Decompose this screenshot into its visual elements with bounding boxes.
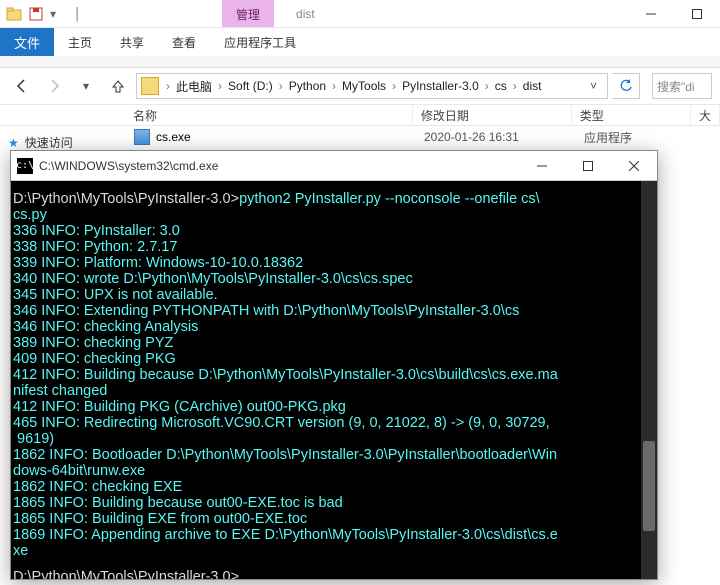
breadcrumb-segment[interactable]: MyTools [339, 79, 389, 93]
sidebar-item-label: 快速访问 [25, 134, 73, 151]
column-headers: 名称 修改日期 类型 大 [0, 104, 720, 126]
star-icon: ★ [8, 136, 19, 150]
breadcrumb-segment[interactable]: 此电脑 [173, 78, 215, 95]
column-type[interactable]: 类型 [572, 105, 691, 125]
breadcrumb-segment[interactable]: Python [286, 79, 329, 93]
cmd-scrollbar[interactable] [641, 181, 657, 579]
explorer-titlebar: ▾ │ 管理 dist [0, 0, 720, 28]
chevron-right-icon[interactable]: › [482, 79, 492, 93]
breadcrumb-dropdown[interactable]: ˅ [584, 79, 603, 93]
address-bar: ▾ › 此电脑 › Soft (D:) › Python › MyTools ›… [0, 68, 720, 104]
ribbon-file-tab[interactable]: 文件 [0, 28, 54, 56]
chevron-right-icon[interactable]: › [276, 79, 286, 93]
refresh-button[interactable] [612, 73, 640, 99]
breadcrumb-segment[interactable]: Soft (D:) [225, 79, 276, 93]
ribbon-apptools-tab[interactable]: 应用程序工具 [210, 28, 310, 56]
column-date[interactable]: 修改日期 [413, 105, 572, 125]
cmd-output[interactable]: D:\Python\MyTools\PyInstaller-3.0>python… [11, 181, 657, 579]
ribbon-view-tab[interactable]: 查看 [158, 28, 210, 56]
exe-icon [134, 129, 150, 145]
chevron-right-icon[interactable]: › [163, 79, 173, 93]
folder-icon [141, 77, 159, 95]
cmd-minimize-button[interactable] [519, 151, 565, 181]
column-size[interactable]: 大 [691, 105, 720, 125]
cmd-close-button[interactable] [611, 151, 657, 181]
forward-button[interactable] [40, 72, 68, 100]
chevron-right-icon[interactable]: › [389, 79, 399, 93]
ribbon-share-tab[interactable]: 共享 [106, 28, 158, 56]
file-name: cs.exe [156, 130, 191, 144]
column-name[interactable]: 名称 [125, 105, 413, 125]
chevron-right-icon[interactable]: › [510, 79, 520, 93]
breadcrumb-segment[interactable]: cs [492, 79, 510, 93]
contextual-tab-manage[interactable]: 管理 [222, 0, 274, 27]
ribbon-home-tab[interactable]: 主页 [54, 28, 106, 56]
recent-locations-button[interactable]: ▾ [72, 72, 100, 100]
qat-dropdown-icon[interactable]: ▾ [50, 7, 58, 21]
cmd-icon: c:\ [17, 158, 33, 174]
file-row[interactable]: cs.exe 2020-01-26 16:31 应用程序 [126, 126, 720, 148]
file-type: 应用程序 [576, 129, 696, 146]
folder-icon [6, 6, 22, 22]
ribbon-tabs: 文件 主页 共享 查看 应用程序工具 [0, 28, 720, 56]
window-title: dist [286, 0, 325, 27]
minimize-button[interactable] [628, 0, 674, 27]
cmd-scroll-thumb[interactable] [643, 441, 655, 531]
search-input[interactable]: 搜索"di [652, 73, 712, 99]
breadcrumb-segment[interactable]: dist [520, 79, 545, 93]
cmd-window: c:\ C:\WINDOWS\system32\cmd.exe D:\Pytho… [10, 150, 658, 580]
breadcrumb[interactable]: › 此电脑 › Soft (D:) › Python › MyTools › P… [136, 73, 608, 99]
qat-save-icon[interactable] [28, 6, 44, 22]
chevron-right-icon[interactable]: › [329, 79, 339, 93]
breadcrumb-segment[interactable]: PyInstaller-3.0 [399, 79, 482, 93]
qat-sep: │ [74, 7, 82, 21]
ribbon-body [0, 56, 720, 68]
cmd-titlebar[interactable]: c:\ C:\WINDOWS\system32\cmd.exe [11, 151, 657, 181]
cmd-title-text: C:\WINDOWS\system32\cmd.exe [39, 159, 519, 173]
chevron-right-icon[interactable]: › [215, 79, 225, 93]
maximize-button[interactable] [674, 0, 720, 27]
file-date: 2020-01-26 16:31 [416, 130, 576, 144]
up-button[interactable] [104, 72, 132, 100]
cmd-maximize-button[interactable] [565, 151, 611, 181]
back-button[interactable] [8, 72, 36, 100]
